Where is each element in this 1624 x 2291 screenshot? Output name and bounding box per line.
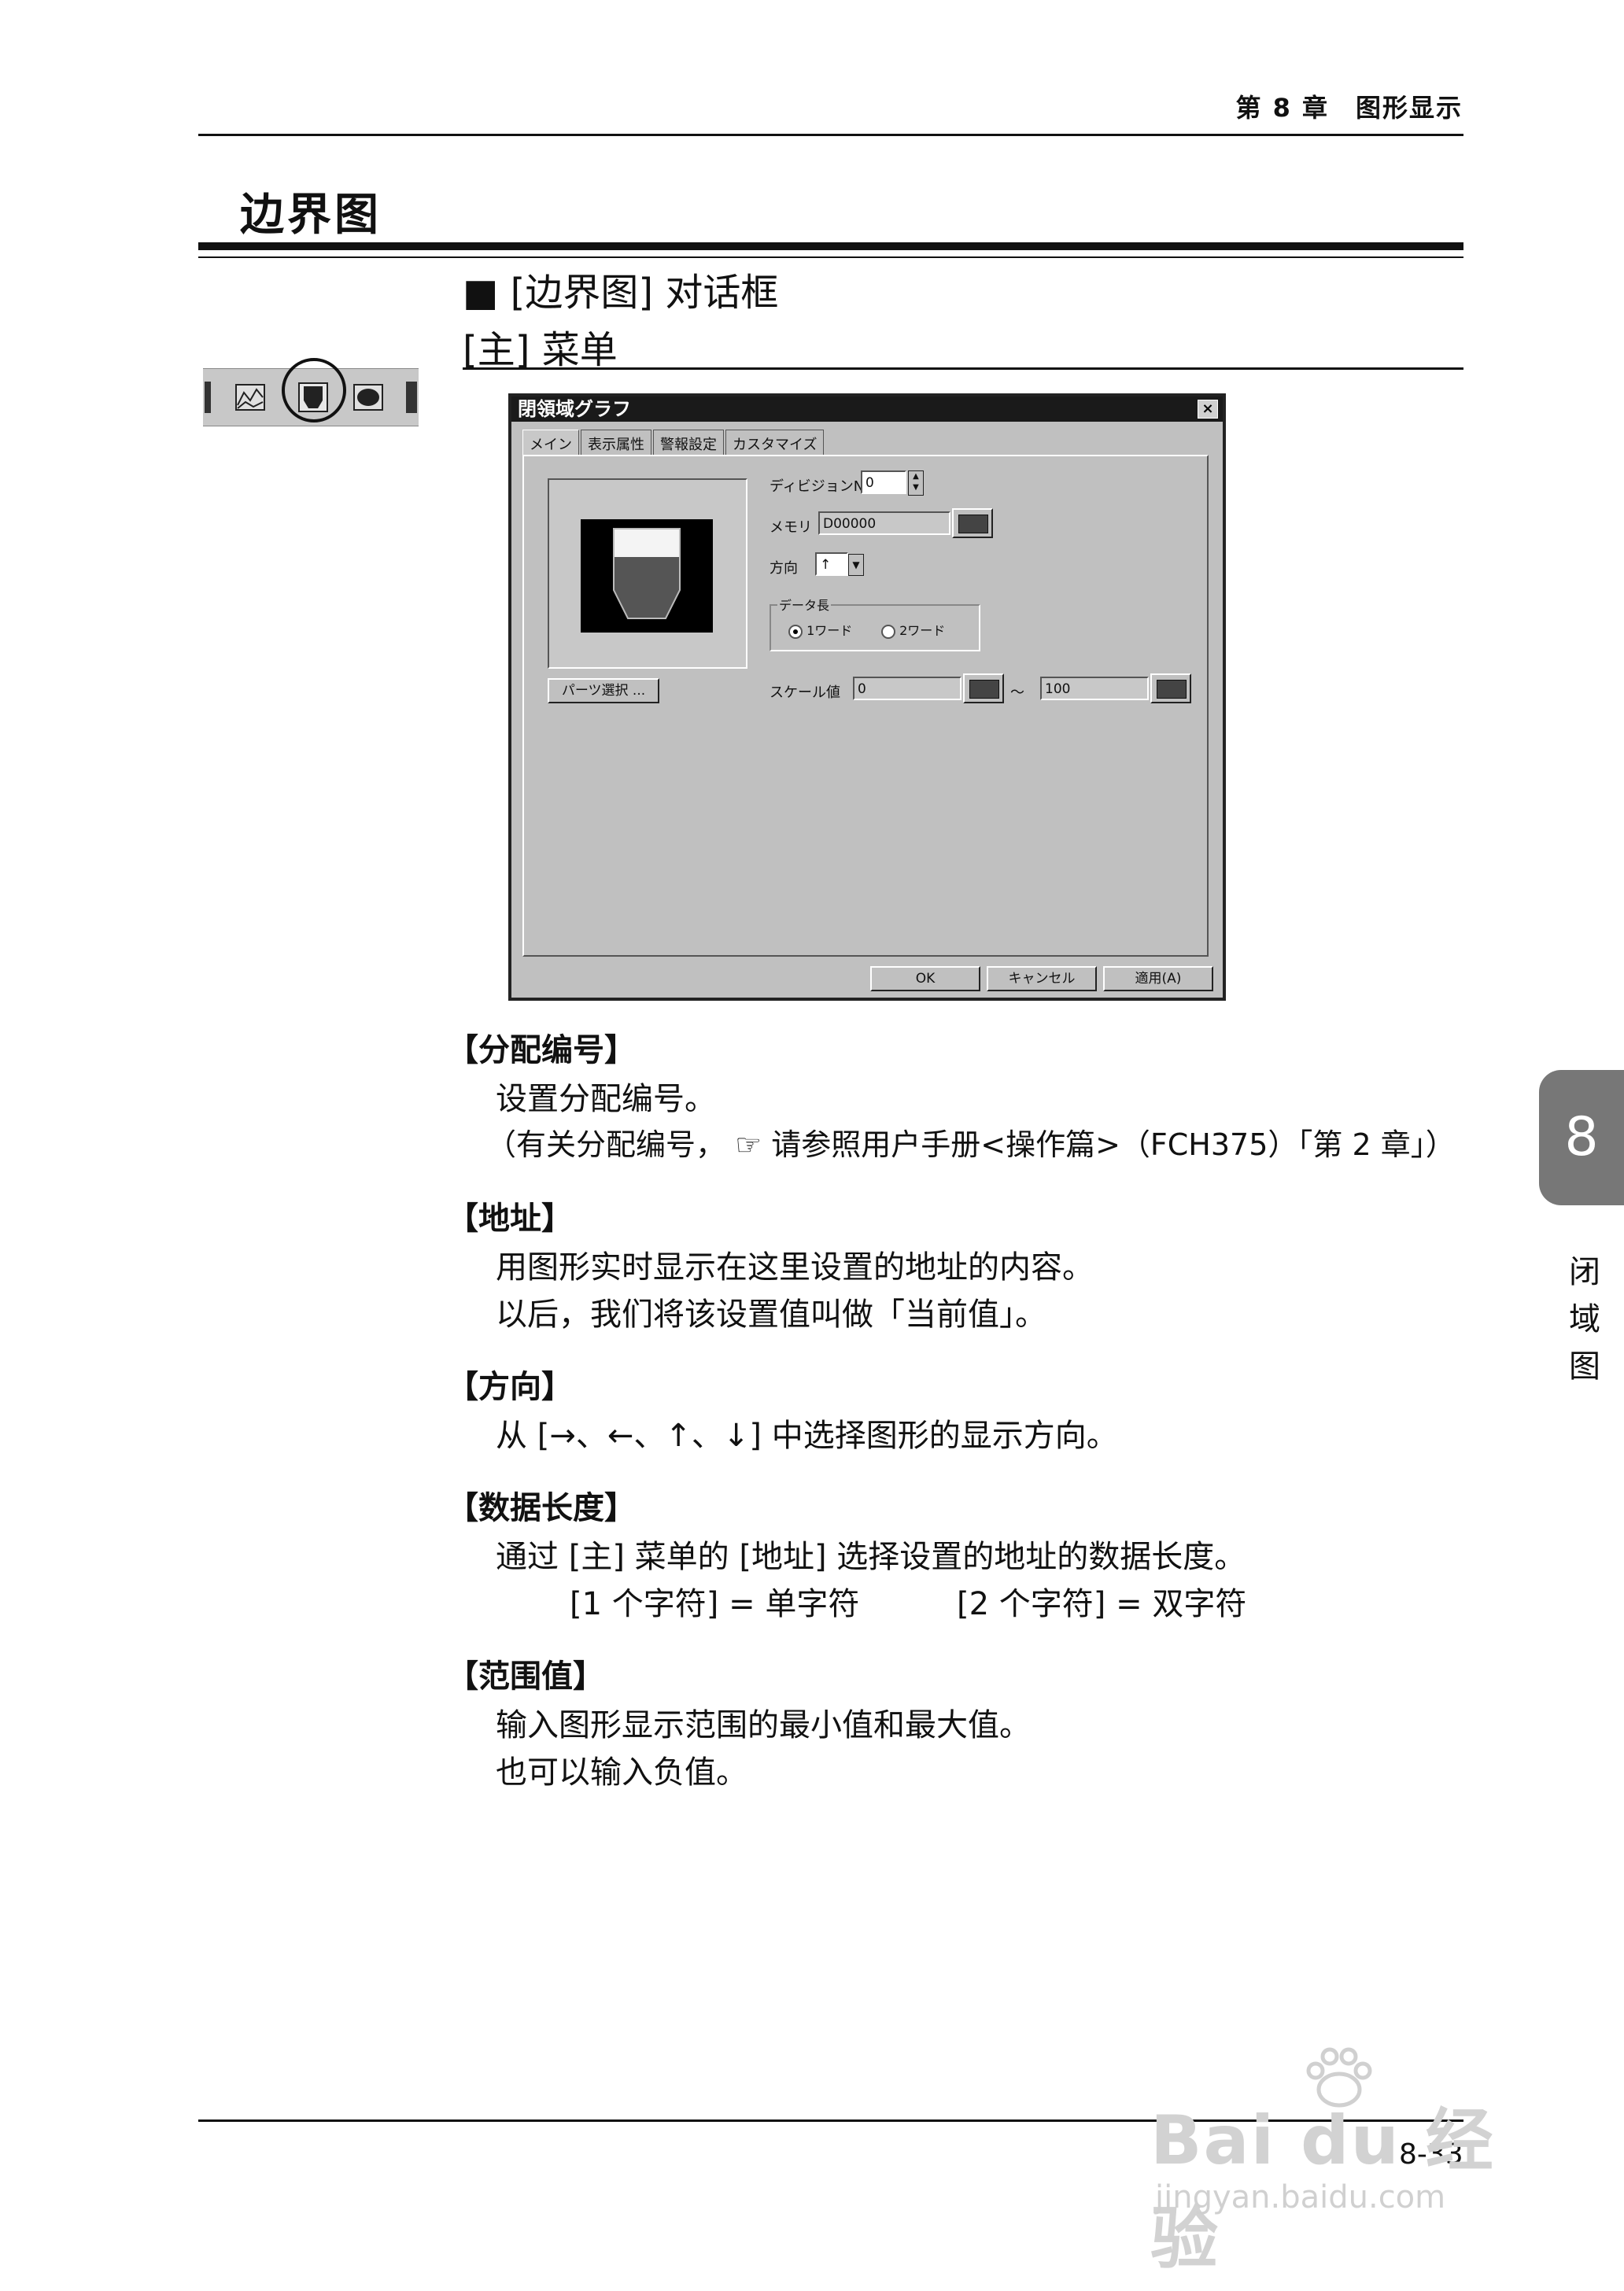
radio-1word[interactable]: 1ワード bbox=[788, 620, 852, 639]
section-text: （有关分配编号， ☞ 请参照用户手册<操作篇>（FCH375）「第 2 章」） bbox=[486, 1127, 1456, 1162]
section-text: [2 个字符] = 双字符 bbox=[957, 1586, 1247, 1622]
section-text: 用图形实时显示在这里设置的地址的内容。 bbox=[496, 1249, 1094, 1286]
scale-label: スケール値 bbox=[770, 684, 840, 701]
side-tab-char: 闭 bbox=[1569, 1254, 1600, 1290]
section-text: [1 个字符] = 单字符 bbox=[570, 1586, 860, 1622]
section-text: 输入图形显示范围的最小值和最大值。 bbox=[496, 1707, 1031, 1743]
parts-preview bbox=[548, 478, 747, 669]
closed-area-graph-dialog: 閉領域グラフ × メイン 表示属性 警報設定 カスタマイズ パーツ選択 ... … bbox=[508, 393, 1226, 1001]
chevron-down-icon[interactable]: ▼ bbox=[848, 554, 864, 576]
cancel-button[interactable]: キャンセル bbox=[987, 966, 1097, 991]
header-rule bbox=[198, 134, 1463, 136]
page-title: 边界图 bbox=[240, 190, 382, 241]
toolbar-separator-icon bbox=[205, 382, 211, 413]
line-graph-icon[interactable] bbox=[234, 382, 266, 413]
tab-alarm-settings[interactable]: 警報設定 bbox=[653, 430, 724, 455]
scale-min-keypad-button[interactable] bbox=[963, 673, 1004, 703]
scale-max-input[interactable]: 100 bbox=[1040, 677, 1149, 700]
side-tab-char: 域 bbox=[1569, 1301, 1600, 1337]
toolbar-fragment bbox=[203, 358, 419, 426]
title-rule-thin bbox=[198, 256, 1463, 258]
dialog-titlebar: 閉領域グラフ × bbox=[511, 397, 1223, 422]
section-heading-direction: 【方向】 bbox=[447, 1369, 573, 1405]
section-heading-address: 【地址】 bbox=[447, 1201, 573, 1237]
parts-select-button[interactable]: パーツ選択 ... bbox=[548, 678, 659, 703]
toolbar-partial-icon bbox=[406, 382, 417, 413]
tab-display-attributes[interactable]: 表示属性 bbox=[581, 430, 651, 455]
chapter-side-tab: 8 bbox=[1539, 1070, 1624, 1205]
section-heading-division: 【分配编号】 bbox=[447, 1032, 636, 1068]
scale-min-input[interactable]: 0 bbox=[853, 677, 961, 700]
direction-label: 方向 bbox=[770, 560, 798, 577]
memory-input[interactable]: D00000 bbox=[818, 511, 950, 535]
keypad-icon bbox=[1157, 680, 1187, 699]
section-heading-range: 【范围值】 bbox=[447, 1658, 604, 1695]
dialog-heading: ■ [边界图] 对话框 bbox=[463, 271, 779, 315]
section-text: 以后，我们将该设置值叫做「当前值」。 bbox=[496, 1297, 1046, 1333]
data-length-group: データ長 1ワード 2ワード bbox=[770, 595, 980, 651]
menu-heading-rule bbox=[463, 367, 1463, 370]
keypad-icon bbox=[969, 680, 999, 699]
tab-main[interactable]: メイン bbox=[522, 430, 579, 455]
ok-button[interactable]: OK bbox=[870, 966, 980, 991]
scale-tilde: ～ bbox=[1010, 684, 1024, 701]
highlight-circle bbox=[282, 358, 346, 422]
memory-label: メモリ bbox=[770, 519, 812, 536]
radio-unselected-icon bbox=[881, 624, 895, 639]
watermark-url: jingyan.baidu.com bbox=[1155, 2179, 1446, 2215]
division-spinner-icon[interactable]: ▲ ▼ bbox=[908, 470, 924, 496]
section-text: 通过 [主] 菜单的 [地址] 选择设置的地址的数据长度。 bbox=[496, 1539, 1246, 1575]
dialog-tabs: メイン 表示属性 警報設定 カスタマイズ bbox=[522, 430, 825, 455]
chapter-header: 第 8 章 图形显示 bbox=[1235, 93, 1463, 123]
keypad-icon bbox=[958, 515, 988, 533]
apply-button[interactable]: 適用(A) bbox=[1103, 966, 1213, 991]
tab-customize[interactable]: カスタマイズ bbox=[725, 430, 825, 455]
section-text: 设置分配编号。 bbox=[496, 1081, 716, 1117]
section-text: 也可以输入负值。 bbox=[496, 1754, 747, 1791]
title-rule-thick bbox=[198, 242, 1463, 250]
meter-graph-icon[interactable] bbox=[352, 382, 384, 413]
radio-selected-icon bbox=[788, 624, 803, 639]
data-length-label: データ長 bbox=[777, 595, 832, 614]
menu-heading: [主] 菜单 bbox=[463, 328, 618, 372]
section-heading-data-length: 【数据长度】 bbox=[447, 1490, 636, 1526]
side-tab-char: 图 bbox=[1569, 1348, 1600, 1385]
close-icon[interactable]: × bbox=[1198, 400, 1218, 419]
closed-area-preview-icon bbox=[613, 528, 681, 619]
main-tab-panel: パーツ選択 ... ディビジョンNo 0 ▲ ▼ メモリ D00000 方向 ↑ … bbox=[522, 455, 1209, 957]
division-label: ディビジョンNo bbox=[770, 478, 873, 495]
scale-max-keypad-button[interactable] bbox=[1150, 673, 1191, 703]
baidu-watermark: Bai du 经验 jingyan.baidu.com bbox=[1150, 2046, 1528, 2278]
memory-keypad-button[interactable] bbox=[952, 508, 993, 538]
section-text: 从 [→、←、↑、↓] 中选择图形的显示方向。 bbox=[496, 1418, 1118, 1454]
direction-select[interactable]: ↑ bbox=[815, 552, 848, 576]
division-input[interactable]: 0 bbox=[861, 470, 906, 494]
radio-2word[interactable]: 2ワード bbox=[881, 620, 945, 639]
dialog-title: 閉領域グラフ bbox=[518, 398, 631, 420]
